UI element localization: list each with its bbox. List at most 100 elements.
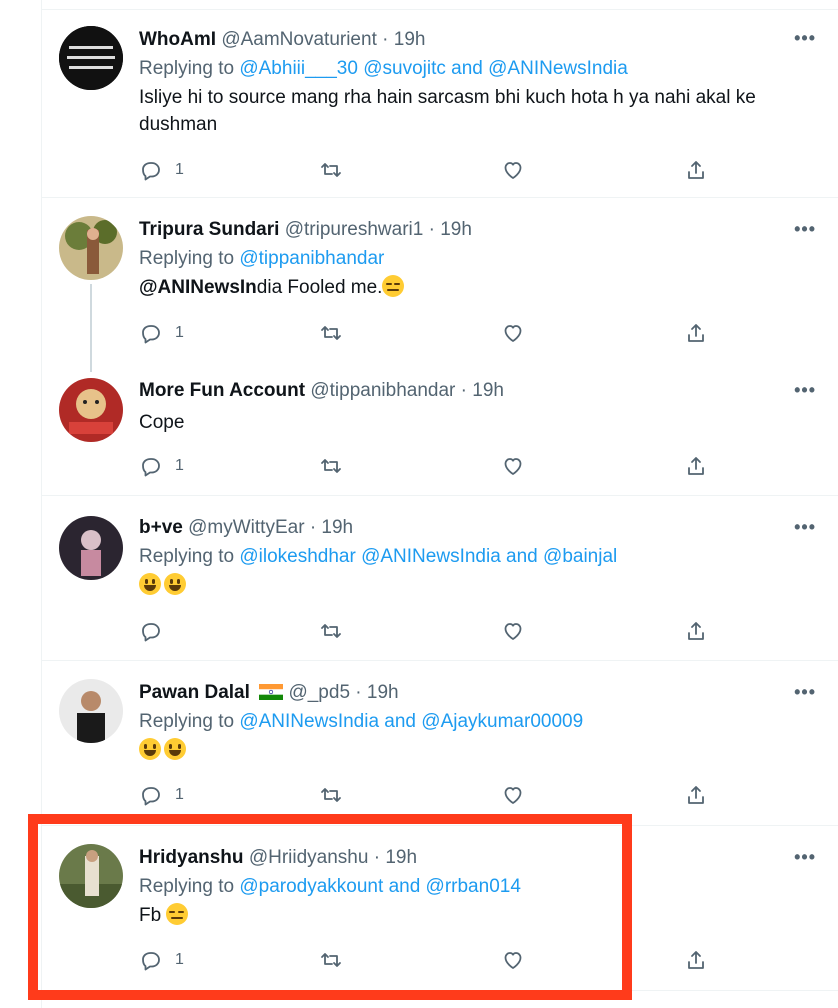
retweet-button[interactable] (319, 452, 343, 480)
more-options-icon[interactable]: ••• (794, 219, 816, 240)
tweet[interactable]: Tripura Sundari @tripureshwari1 · 19h Re… (41, 199, 838, 372)
share-button[interactable] (684, 617, 708, 645)
avatar[interactable] (59, 516, 123, 580)
share-button[interactable] (684, 156, 708, 184)
user-handle[interactable]: @tripureshwari1 (285, 219, 424, 240)
reply-button[interactable] (139, 617, 175, 645)
tweet-header: Tripura Sundari @tripureshwari1 · 19h (139, 218, 818, 242)
display-name[interactable]: b+ve (139, 517, 183, 538)
reply-icon (142, 623, 160, 642)
user-handle[interactable]: @tippanibhandar (310, 380, 455, 401)
rolling-eyes-emoji-icon (166, 903, 189, 925)
mention-link[interactable]: @ANINewsIndia (239, 711, 379, 732)
avatar[interactable] (59, 26, 123, 90)
share-button[interactable] (684, 781, 708, 809)
share-icon (688, 951, 704, 969)
mention-link[interactable]: @rrban014 (426, 876, 521, 897)
tweet-text: Fb (139, 902, 818, 929)
heart-icon (504, 162, 522, 179)
tweet[interactable]: WhoAmI @AamNovaturient · 19h Replying to… (41, 10, 838, 198)
more-options-icon[interactable]: ••• (794, 682, 816, 703)
more-options-icon[interactable]: ••• (794, 380, 816, 401)
display-name[interactable]: WhoAmI (139, 29, 216, 50)
mention-link[interactable]: @tippanibhandar (239, 248, 384, 269)
retweet-button[interactable] (319, 156, 343, 184)
avatar[interactable] (59, 378, 123, 442)
tweet[interactable]: b+ve @myWittyEar · 19h Replying to @ilok… (41, 496, 838, 661)
like-button[interactable] (501, 156, 525, 184)
tweet-actions: 1 (139, 781, 719, 809)
mention-link[interactable]: @Ajaykumar00009 (421, 711, 583, 732)
retweet-button[interactable] (319, 319, 343, 347)
retweet-button[interactable] (319, 617, 343, 645)
tweet-text (139, 572, 818, 599)
mention-link[interactable]: @ilokeshdhar (239, 546, 355, 567)
retweet-icon (321, 624, 341, 638)
avatar[interactable] (59, 679, 123, 743)
more-options-icon[interactable]: ••• (794, 847, 816, 868)
display-name[interactable]: Hridyanshu (139, 847, 244, 868)
share-button[interactable] (684, 319, 708, 347)
user-handle[interactable]: @_pd5 (288, 682, 350, 703)
timestamp[interactable]: 19h (321, 517, 353, 538)
replying-to: Replying to @Abhiii___30 @suvojitc and @… (139, 56, 818, 82)
display-name[interactable]: More Fun Account (139, 380, 305, 401)
timestamp[interactable]: 19h (472, 380, 504, 401)
tweet[interactable]: Hridyanshu @Hriidyanshu · 19h Replying t… (41, 826, 838, 991)
reply-button[interactable]: 1 (139, 946, 184, 974)
replying-to: Replying to @parodyakkount and @rrban014 (139, 874, 818, 900)
timestamp[interactable]: 19h (440, 219, 472, 240)
like-button[interactable] (501, 617, 525, 645)
share-button[interactable] (684, 946, 708, 974)
like-button[interactable] (501, 319, 525, 347)
timestamp[interactable]: 19h (385, 847, 417, 868)
reply-icon (142, 162, 160, 181)
share-button[interactable] (684, 452, 708, 480)
user-handle[interactable]: @AamNovaturient (221, 29, 377, 50)
user-handle[interactable]: @Hriidyanshu (249, 847, 369, 868)
tweet-text: @ANINewsIndia Fooled me. (139, 274, 818, 301)
tweet-header: b+ve @myWittyEar · 19h (139, 516, 818, 540)
like-button[interactable] (501, 781, 525, 809)
mention-link[interactable]: @ANINewsIndia (361, 546, 501, 567)
reply-button[interactable]: 1 (139, 156, 184, 184)
more-options-icon[interactable]: ••• (794, 517, 816, 538)
timestamp[interactable]: 19h (367, 682, 399, 703)
retweet-button[interactable] (319, 781, 343, 809)
reply-icon (142, 952, 160, 971)
separator: · (460, 380, 467, 401)
tweet-text: Cope (139, 412, 185, 433)
display-name[interactable]: Pawan Dalal (139, 682, 250, 703)
retweet-button[interactable] (319, 946, 343, 974)
avatar[interactable] (59, 844, 123, 908)
more-options-icon[interactable]: ••• (794, 28, 816, 49)
tweet[interactable]: More Fun Account @tippanibhandar · 19h C… (41, 359, 838, 496)
reply-button[interactable]: 1 (139, 781, 184, 809)
tears-of-joy-emoji-icon (164, 738, 186, 760)
tweet-text (139, 737, 818, 764)
reply-count: 1 (175, 161, 184, 178)
reply-count: 1 (175, 324, 184, 341)
reply-button[interactable]: 1 (139, 452, 184, 480)
heart-icon (504, 623, 522, 640)
tweet-text: Isliye hi to source mang rha hain sarcas… (139, 87, 756, 135)
mention-link[interactable]: @ANINewsIndia (488, 58, 628, 79)
tweet-actions: 1 (139, 946, 719, 974)
retweet-icon (321, 326, 341, 340)
mention-link[interactable]: @bainjal (543, 546, 617, 567)
mention-link[interactable]: @ANINewsIn (139, 277, 257, 298)
tweet-header: More Fun Account @tippanibhandar · 19h (139, 379, 818, 403)
display-name[interactable]: Tripura Sundari (139, 219, 279, 240)
user-handle[interactable]: @myWittyEar (188, 517, 304, 538)
tweet[interactable]: Pawan Dalal @_pd5 · 19h Replying to @ANI… (41, 661, 838, 826)
like-button[interactable] (501, 452, 525, 480)
mention-link[interactable]: @suvojitc (363, 58, 446, 79)
separator: · (373, 847, 381, 868)
avatar[interactable] (59, 216, 123, 280)
like-button[interactable] (501, 946, 525, 974)
timestamp[interactable]: 19h (394, 29, 426, 50)
tweet-header: Hridyanshu @Hriidyanshu · 19h (139, 846, 818, 870)
reply-button[interactable]: 1 (139, 319, 184, 347)
mention-link[interactable]: @Abhiii___30 (239, 58, 358, 79)
mention-link[interactable]: @parodyakkount (239, 876, 383, 897)
